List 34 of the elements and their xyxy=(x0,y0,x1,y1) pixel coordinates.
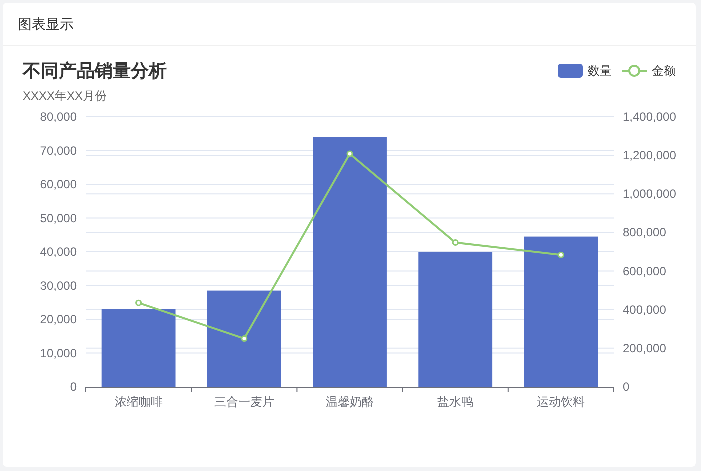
y-axis-label: 30,000 xyxy=(40,278,77,293)
point xyxy=(452,239,459,246)
x-axis-label: 三合一麦片 xyxy=(214,395,274,409)
point xyxy=(346,150,354,158)
point xyxy=(558,252,564,258)
y-axis-label: 20,000 xyxy=(40,312,77,326)
y-axis-label: 1,200,000 xyxy=(623,148,676,163)
y-axis-label: 1,000,000 xyxy=(623,187,676,202)
legend-label[interactable]: 数量 xyxy=(588,62,612,80)
chart-subtitle: XXXX年XX月份 xyxy=(23,88,108,104)
y-axis-label: 0 xyxy=(70,380,77,394)
panel-title: 图表显示 xyxy=(18,16,74,32)
y-axis-label: 200,000 xyxy=(623,341,666,356)
y-axis-label: 80,000 xyxy=(40,110,77,124)
y-axis-label: 10,000 xyxy=(40,346,77,360)
y-axis-label: 40,000 xyxy=(40,245,77,259)
y-axis-label: 1,400,000 xyxy=(623,110,676,124)
legend-line-icon[interactable] xyxy=(622,64,647,78)
point xyxy=(241,336,248,342)
y-axis-label: 800,000 xyxy=(623,226,666,240)
legend-bar-icon[interactable] xyxy=(558,64,583,78)
y-axis-label: 50,000 xyxy=(40,211,77,226)
y-axis-label: 70,000 xyxy=(40,144,77,158)
y-axis-label: 400,000 xyxy=(623,302,666,317)
y-axis-label: 60,000 xyxy=(40,178,77,192)
y-axis-label: 600,000 xyxy=(623,264,666,278)
x-axis-label: 温馨奶酪 xyxy=(326,395,374,409)
x-axis-label: 盐水鸭 xyxy=(438,395,474,409)
legend-label[interactable]: 金额 xyxy=(652,62,676,80)
x-axis-label: 运动饮料 xyxy=(537,395,586,409)
x-axis-label: 浓缩咖啡 xyxy=(114,395,163,409)
y-axis-label: 0 xyxy=(623,380,630,394)
chart-title: 不同产品销量分析 xyxy=(23,60,167,83)
point xyxy=(136,300,142,306)
